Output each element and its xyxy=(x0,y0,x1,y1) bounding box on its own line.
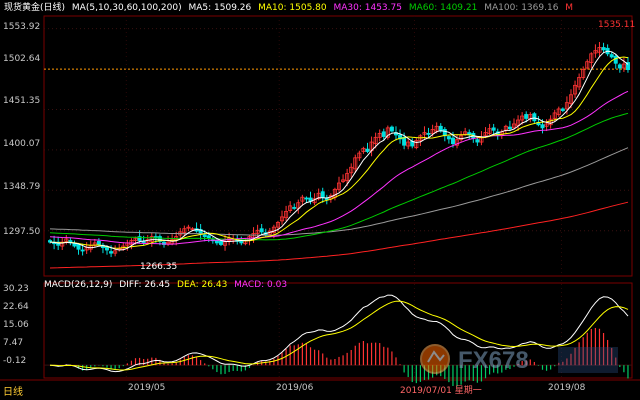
candle-body xyxy=(532,113,537,122)
ma-params: MA(5,10,30,60,100,200) xyxy=(71,3,182,13)
candle-body xyxy=(304,197,309,200)
watermark-icon: FX678 xyxy=(420,344,618,374)
candle-body xyxy=(617,64,622,69)
ma10-value: MA10: 1505.80 xyxy=(258,3,327,13)
candle-body xyxy=(76,244,81,250)
candle-body xyxy=(560,108,565,111)
macd-tick: -0.12 xyxy=(3,356,27,366)
low-annotation: 1266.35 xyxy=(140,262,178,272)
candle-body xyxy=(402,136,407,146)
macd-params: MACD(26,12,9) xyxy=(44,280,113,290)
macd-tick: 22.64 xyxy=(3,302,29,312)
ma100-value: MA100: 1369.16 xyxy=(484,3,559,13)
candle-body xyxy=(259,228,264,233)
candle-body xyxy=(450,137,455,145)
candle-body xyxy=(524,114,529,119)
candle-body xyxy=(507,126,512,130)
diff-value: DIFF: 26.45 xyxy=(119,280,171,290)
ma5-line xyxy=(49,50,629,251)
macd-tick: 7.47 xyxy=(3,338,24,348)
candle-body xyxy=(96,240,101,245)
header-bar: 现货黄金(日线) MA(5,10,30,60,100,200) MA5: 150… xyxy=(4,3,573,14)
price-tick: 1348.79 xyxy=(3,182,41,192)
period-button[interactable]: 日线 xyxy=(3,383,23,398)
end-marker: M xyxy=(565,3,574,13)
watermark-logo: FX678 xyxy=(418,342,628,382)
x-tick-jun: 2019/06 xyxy=(276,383,314,393)
x-tick-aug: 2019/08 xyxy=(548,383,586,393)
candle-body xyxy=(467,132,472,135)
candle-body xyxy=(426,132,431,135)
ma60-line xyxy=(49,112,629,241)
ma30-value: MA30: 1453.75 xyxy=(333,3,402,13)
candle-body xyxy=(206,235,211,239)
x-tick-may: 2019/05 xyxy=(128,383,166,393)
candle-body xyxy=(80,249,85,252)
ma5-value: MA5: 1509.26 xyxy=(188,3,252,13)
candle-body xyxy=(475,139,480,143)
macd-tick: 30.23 xyxy=(3,284,29,294)
candle-body xyxy=(613,55,618,64)
price-tick: 1553.92 xyxy=(3,22,41,32)
instrument-title: 现货黄金 xyxy=(4,3,41,13)
price-tick: 1297.50 xyxy=(3,227,41,237)
high-annotation: 1535.11 xyxy=(598,20,636,30)
candle-body xyxy=(601,47,606,51)
candle-body xyxy=(491,127,496,131)
macd-value: MACD: 0.03 xyxy=(234,280,288,290)
dea-value: DEA: 26.43 xyxy=(177,280,228,290)
candle-body xyxy=(109,251,114,254)
ma200-line xyxy=(49,201,629,269)
price-tick: 1400.07 xyxy=(3,139,41,149)
candle-body xyxy=(446,136,451,140)
macd-header: MACD(26,12,9) DIFF: 26.45 DEA: 26.43 MAC… xyxy=(44,280,287,291)
candle-body xyxy=(389,126,394,132)
candle-body xyxy=(202,234,207,238)
candle-body xyxy=(609,54,614,58)
ma30-line xyxy=(49,90,629,245)
candle-body xyxy=(365,148,370,152)
candle-body xyxy=(218,240,223,245)
price-chart xyxy=(0,15,640,387)
price-tick: 1451.35 xyxy=(3,96,41,106)
watermark-text: FX678 xyxy=(458,347,529,374)
price-tick: 1502.64 xyxy=(3,54,41,64)
candle-body xyxy=(320,191,325,198)
ma10-line xyxy=(49,56,629,249)
x-tick-jul: 2019/07/01 星期一 xyxy=(400,386,482,396)
candle-body xyxy=(292,207,297,209)
candle-body xyxy=(214,240,219,244)
candle-body xyxy=(540,124,545,129)
period-label: (日线) xyxy=(40,3,66,13)
candle-body xyxy=(381,131,386,137)
macd-tick: 15.06 xyxy=(3,320,29,330)
ma60-value: MA60: 1409.21 xyxy=(408,3,478,13)
